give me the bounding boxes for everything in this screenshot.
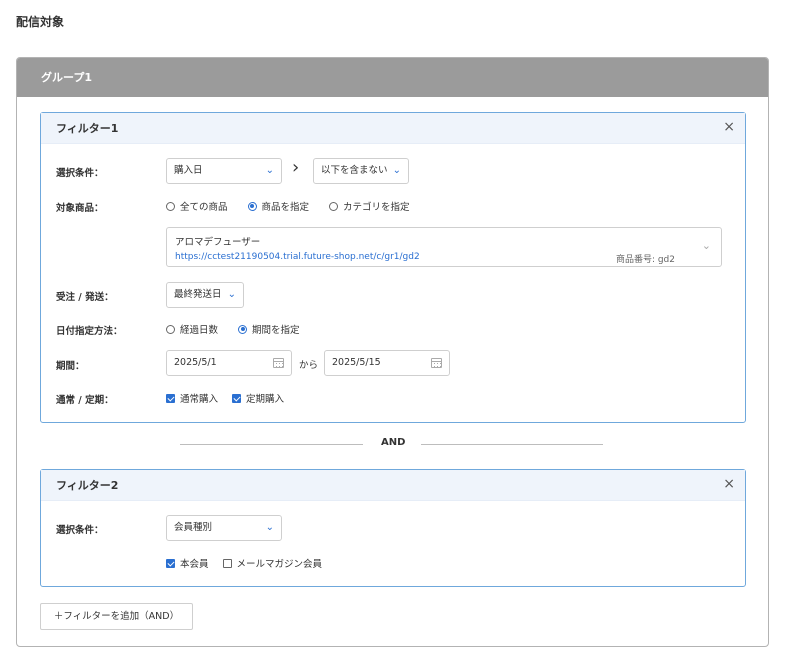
and-separator: AND	[180, 437, 603, 451]
checkbox-label: 通常購入	[180, 394, 219, 405]
radio-icon	[329, 201, 339, 211]
condition-select[interactable]: 購入日 ⌄	[166, 158, 282, 184]
checkbox-subscription-purchase[interactable]: 定期購入	[232, 391, 284, 405]
divider	[421, 444, 603, 445]
radio-icon	[166, 324, 175, 334]
product-select-box[interactable]: アロマデフューザー https://cctest21190504.trial.f…	[166, 227, 722, 267]
condition-select-value: 購入日	[174, 165, 203, 176]
chevron-down-icon: ⌄	[392, 165, 401, 176]
product-code: 商品番号: gd2	[615, 255, 675, 265]
checkbox-regular-purchase[interactable]: 通常購入	[166, 391, 218, 405]
chevron-down-icon: ⌄	[227, 289, 236, 300]
chevron-down-icon: ⌄	[701, 239, 711, 252]
close-icon[interactable]: ×	[723, 470, 735, 499]
date-method-label: 日付指定方法：	[56, 326, 123, 337]
product-url-link[interactable]: https://cctest21190504.trial.future-shop…	[175, 252, 420, 262]
period-from-value: 2025/5/1	[174, 357, 217, 368]
operator-select-value: 以下を含まない	[321, 165, 388, 176]
filter-2-panel: フィルター2 × 選択条件： 会員種別 ⌄ 本会員 メールマガジン会員	[40, 469, 746, 587]
filter-1-title: フィルター1	[56, 122, 119, 135]
operator-select[interactable]: 以下を含まない ⌄	[313, 158, 409, 184]
chevron-right-icon: ›	[292, 157, 300, 178]
radio-specify-category[interactable]: カテゴリを指定	[329, 199, 410, 213]
filter-1-header: フィルター1 ×	[41, 113, 745, 144]
date-method-radio-group: 経過日数 期間を指定	[166, 322, 320, 336]
radio-checked-icon	[247, 201, 257, 211]
chevron-down-icon: ⌄	[265, 522, 274, 533]
group-header: グループ1	[17, 58, 768, 97]
period-label: 期間：	[56, 361, 85, 372]
radio-elapsed-days[interactable]: 経過日数	[166, 322, 218, 336]
product-name: アロマデフューザー	[175, 237, 261, 248]
condition-label: 選択条件：	[56, 525, 104, 536]
period-to-value: 2025/5/15	[332, 357, 381, 368]
checkbox-full-member[interactable]: 本会員	[166, 556, 209, 570]
order-select[interactable]: 最終発送日 ⌄	[166, 282, 244, 308]
regular-label: 通常 / 定期：	[56, 395, 114, 406]
radio-specify-product[interactable]: 商品を指定	[247, 199, 310, 213]
product-radio-group: 全ての商品 商品を指定 カテゴリを指定	[166, 199, 430, 213]
checkbox-label: メールマガジン会員	[236, 559, 323, 570]
radio-label: 経過日数	[180, 325, 219, 336]
member-checkbox-group: 本会員 メールマガジン会員	[166, 556, 336, 570]
member-type-select[interactable]: 会員種別 ⌄	[166, 515, 282, 541]
checkbox-label: 本会員	[180, 559, 209, 570]
regular-checkbox-group: 通常購入 定期購入	[166, 391, 298, 405]
radio-checked-icon	[238, 324, 248, 334]
filter-2-header: フィルター2 ×	[41, 470, 745, 501]
filter-2-title: フィルター2	[56, 479, 119, 492]
checkbox-icon	[222, 558, 232, 568]
order-select-value: 最終発送日	[174, 289, 222, 300]
checkbox-checked-icon	[166, 393, 175, 403]
order-label: 受注 / 発送：	[56, 292, 114, 303]
checkbox-newsletter-member[interactable]: メールマガジン会員	[222, 556, 323, 570]
checkbox-checked-icon	[166, 558, 175, 568]
period-separator: から	[299, 360, 319, 371]
radio-label: 期間を指定	[252, 325, 300, 336]
radio-specify-period[interactable]: 期間を指定	[238, 322, 300, 336]
calendar-icon[interactable]	[431, 358, 442, 368]
period-from-input[interactable]: 2025/5/1	[166, 350, 292, 376]
chevron-down-icon: ⌄	[265, 165, 274, 176]
condition-label: 選択条件：	[56, 168, 104, 179]
filter-1-panel: フィルター1 × 選択条件： 購入日 ⌄ › 以下を含まない ⌄ 対象商品： 全…	[40, 112, 746, 423]
member-type-select-value: 会員種別	[174, 522, 213, 533]
add-filter-button[interactable]: ＋フィルターを追加（AND）	[40, 603, 193, 630]
period-to-input[interactable]: 2025/5/15	[324, 350, 450, 376]
page-title: 配信対象	[16, 15, 65, 29]
checkbox-checked-icon	[232, 393, 242, 403]
radio-label: カテゴリを指定	[343, 202, 410, 213]
radio-label: 全ての商品	[180, 202, 228, 213]
divider	[180, 444, 363, 445]
radio-all-products[interactable]: 全ての商品	[166, 199, 228, 213]
radio-icon	[166, 201, 175, 211]
product-label: 対象商品：	[56, 203, 104, 214]
and-label: AND	[381, 437, 406, 448]
calendar-icon[interactable]	[273, 358, 284, 368]
checkbox-label: 定期購入	[246, 394, 285, 405]
group-panel: グループ1 フィルター1 × 選択条件： 購入日 ⌄ › 以下を含まない ⌄ 対…	[16, 57, 769, 647]
close-icon[interactable]: ×	[723, 113, 735, 142]
radio-label: 商品を指定	[261, 202, 310, 213]
